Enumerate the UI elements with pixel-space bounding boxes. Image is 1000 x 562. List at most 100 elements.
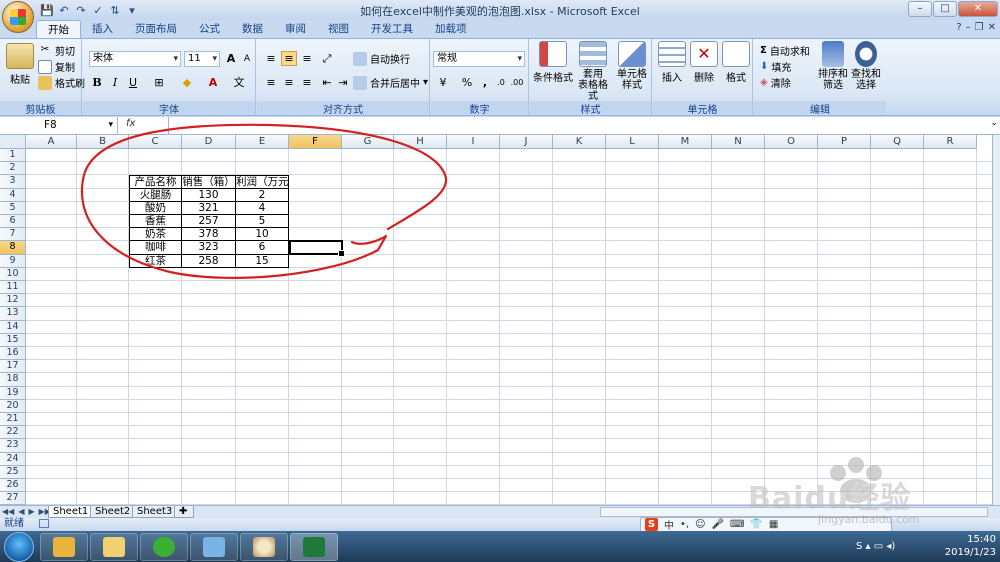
- table-cell[interactable]: 6: [236, 241, 289, 255]
- taskbar-app-paint[interactable]: [240, 533, 288, 561]
- table-header-cell[interactable]: 销售（箱）: [182, 175, 236, 189]
- table-cell[interactable]: 258: [182, 254, 236, 268]
- format-as-table-button[interactable]: 套用 表格格式: [574, 41, 612, 102]
- row-header-7[interactable]: 7: [0, 228, 26, 242]
- skin-icon[interactable]: 👕: [750, 519, 762, 530]
- table-cell[interactable]: 130: [182, 188, 236, 202]
- tab-data[interactable]: 数据: [231, 20, 274, 38]
- sort-filter-button[interactable]: 排序和 筛选: [818, 41, 848, 91]
- decrease-decimal-icon[interactable]: .00: [509, 75, 525, 90]
- tab-developer[interactable]: 开发工具: [360, 20, 424, 38]
- copy-button[interactable]: 复制: [38, 59, 75, 74]
- comma-button[interactable]: ,: [477, 75, 493, 90]
- row-header-25[interactable]: 25: [0, 465, 26, 479]
- taskbar-app-notepad[interactable]: [190, 533, 238, 561]
- clear-button[interactable]: ◈ 清除: [760, 75, 791, 90]
- table-cell[interactable]: 火腿肠: [129, 188, 182, 202]
- column-header-j[interactable]: J: [500, 135, 553, 149]
- row-header-15[interactable]: 15: [0, 333, 26, 347]
- font-size-select[interactable]: 11: [184, 51, 220, 67]
- office-button[interactable]: [2, 1, 34, 33]
- keyboard-icon[interactable]: ⌨: [730, 519, 744, 530]
- first-sheet-icon[interactable]: ◀◀: [2, 507, 14, 516]
- expand-formula-icon[interactable]: ⌄: [990, 118, 998, 128]
- row-header-3[interactable]: 3: [0, 175, 26, 189]
- taskbar-app-mail[interactable]: [40, 533, 88, 561]
- column-header-l[interactable]: L: [606, 135, 659, 149]
- column-header-i[interactable]: I: [447, 135, 500, 149]
- emoji-icon[interactable]: ☺: [695, 519, 705, 530]
- format-painter-button[interactable]: 格式刷: [38, 75, 85, 90]
- column-header-q[interactable]: Q: [871, 135, 924, 149]
- table-cell[interactable]: 323: [182, 241, 236, 255]
- paste-button[interactable]: 粘贴: [6, 43, 34, 86]
- sheet-tab-3[interactable]: Sheet3: [132, 506, 178, 518]
- next-sheet-icon[interactable]: ▶: [28, 507, 34, 516]
- decrease-indent-icon[interactable]: ⇤: [319, 75, 335, 90]
- row-header-12[interactable]: 12: [0, 294, 26, 308]
- row-header-14[interactable]: 14: [0, 320, 26, 334]
- row-header-21[interactable]: 21: [0, 413, 26, 427]
- formula-input[interactable]: [168, 117, 986, 134]
- conditional-format-button[interactable]: 条件格式: [533, 41, 573, 84]
- currency-icon[interactable]: ¥: [435, 75, 451, 90]
- active-cell-selection[interactable]: [289, 240, 345, 257]
- merge-center-button[interactable]: 合并后居中 ▾: [353, 75, 428, 90]
- column-header-n[interactable]: N: [712, 135, 765, 149]
- table-cell[interactable]: 酸奶: [129, 201, 182, 215]
- start-button[interactable]: [4, 532, 34, 562]
- align-left-icon[interactable]: ≡: [263, 75, 279, 90]
- row-header-23[interactable]: 23: [0, 439, 26, 453]
- font-color-icon[interactable]: A: [205, 75, 221, 90]
- column-header-e[interactable]: E: [236, 135, 289, 149]
- column-header-f[interactable]: F: [289, 135, 342, 149]
- table-cell[interactable]: 咖啡: [129, 241, 182, 255]
- row-header-27[interactable]: 27: [0, 492, 26, 505]
- microphone-icon[interactable]: 🎤: [712, 519, 724, 530]
- row-header-17[interactable]: 17: [0, 360, 26, 374]
- taskbar-app-wechat[interactable]: [140, 533, 188, 561]
- macro-record-icon[interactable]: [39, 518, 50, 528]
- sheet-tab-2[interactable]: Sheet2: [90, 506, 136, 518]
- row-header-10[interactable]: 10: [0, 267, 26, 281]
- row-header-9[interactable]: 9: [0, 254, 26, 268]
- align-middle-icon[interactable]: ≡: [281, 51, 297, 66]
- ime-mode-indicator[interactable]: 中: [664, 517, 674, 532]
- increase-decimal-icon[interactable]: .0: [493, 75, 509, 90]
- italic-button[interactable]: I: [107, 75, 123, 90]
- table-cell[interactable]: 257: [182, 215, 236, 229]
- table-cell[interactable]: 2: [236, 188, 289, 202]
- table-cell[interactable]: 10: [236, 228, 289, 242]
- table-cell[interactable]: 奶茶: [129, 228, 182, 242]
- wb-close-icon[interactable]: ✕: [988, 22, 996, 33]
- table-header-cell[interactable]: 利润（万元）: [236, 175, 289, 189]
- wrap-text-button[interactable]: 自动换行: [353, 51, 410, 66]
- column-header-c[interactable]: C: [129, 135, 182, 149]
- insert-function-button[interactable]: fx: [126, 118, 135, 129]
- toolbox-icon[interactable]: ▦: [769, 519, 778, 530]
- column-header-h[interactable]: H: [394, 135, 447, 149]
- punctuation-icon[interactable]: •,: [680, 519, 689, 530]
- sheet-tab-1[interactable]: Sheet1: [48, 506, 94, 518]
- row-header-2[interactable]: 2: [0, 162, 26, 176]
- align-right-icon[interactable]: ≡: [299, 75, 315, 90]
- wb-minimize-icon[interactable]: –: [966, 22, 971, 33]
- fill-color-icon[interactable]: ◆: [179, 75, 195, 90]
- row-header-22[interactable]: 22: [0, 426, 26, 440]
- row-header-26[interactable]: 26: [0, 479, 26, 493]
- font-name-select[interactable]: 宋体: [89, 51, 181, 67]
- column-header-m[interactable]: M: [659, 135, 712, 149]
- close-button[interactable]: ✕: [958, 1, 998, 17]
- column-header-a[interactable]: A: [26, 135, 77, 149]
- table-cell[interactable]: 321: [182, 201, 236, 215]
- row-header-24[interactable]: 24: [0, 452, 26, 466]
- tab-insert[interactable]: 插入: [81, 20, 124, 38]
- shrink-font-button[interactable]: A: [239, 51, 255, 66]
- delete-cells-button[interactable]: ✕ 删除: [689, 41, 719, 84]
- grow-font-button[interactable]: A: [223, 51, 239, 66]
- table-cell[interactable]: 378: [182, 228, 236, 242]
- row-header-4[interactable]: 4: [0, 188, 26, 202]
- row-header-19[interactable]: 19: [0, 386, 26, 400]
- table-cell[interactable]: 香蕉: [129, 215, 182, 229]
- insert-cells-button[interactable]: 插入: [657, 41, 687, 84]
